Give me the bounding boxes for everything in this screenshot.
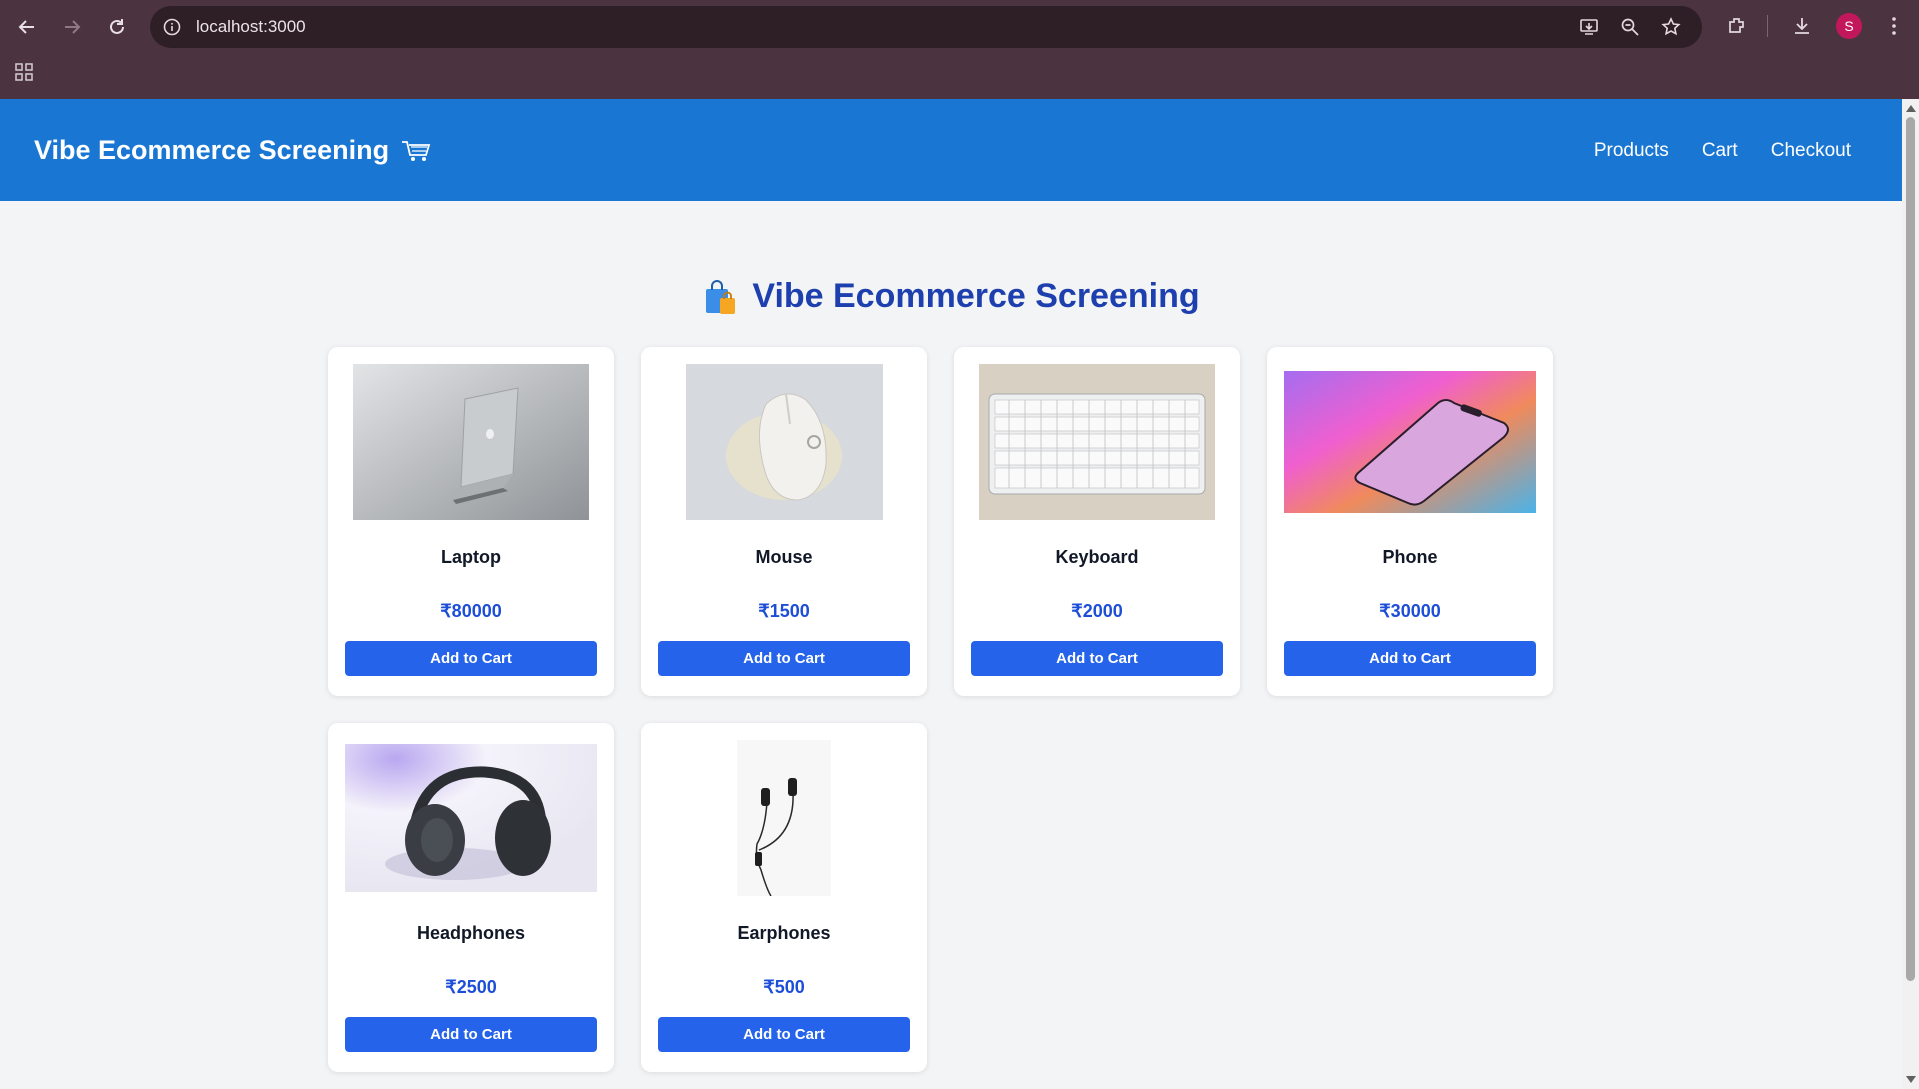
product-price: ₹1500 bbox=[758, 601, 810, 621]
product-price: ₹80000 bbox=[440, 601, 502, 621]
page-viewport: Vibe Ecommerce Screening Products Cart C… bbox=[0, 99, 1902, 1089]
product-price: ₹30000 bbox=[1379, 601, 1441, 621]
reload-icon bbox=[110, 19, 124, 34]
profile-avatar[interactable]: S bbox=[1836, 13, 1862, 39]
reload-button[interactable] bbox=[103, 13, 131, 41]
page-scrollbar[interactable] bbox=[1902, 99, 1919, 1089]
product-name: Keyboard bbox=[1055, 547, 1139, 567]
product-card-laptop: Laptop ₹80000 Add to Cart bbox=[328, 347, 614, 696]
shopping-bags-icon bbox=[702, 278, 738, 316]
mouse-image bbox=[658, 364, 910, 520]
product-name: Phone bbox=[1382, 547, 1438, 567]
scroll-thumb[interactable] bbox=[1906, 117, 1915, 981]
url-text[interactable]: localhost:3000 bbox=[196, 17, 306, 37]
site-info-icon[interactable] bbox=[163, 18, 181, 36]
forward-arrow-icon bbox=[65, 20, 81, 34]
product-name: Laptop bbox=[441, 547, 501, 567]
zoom-icon[interactable] bbox=[1620, 17, 1640, 37]
add-to-cart-button[interactable]: Add to Cart bbox=[658, 1017, 910, 1052]
top-nav: Products Cart Checkout bbox=[1594, 140, 1851, 162]
scroll-down-arrow-icon[interactable] bbox=[1906, 1076, 1916, 1083]
install-app-icon[interactable] bbox=[1579, 17, 1599, 37]
scroll-up-arrow-icon[interactable] bbox=[1906, 105, 1916, 112]
product-price: ₹2500 bbox=[445, 977, 497, 997]
product-card-mouse: Mouse ₹1500 Add to Cart bbox=[641, 347, 927, 696]
page-title: Vibe Ecommerce Screening bbox=[752, 277, 1200, 315]
browser-toolbar: localhost:3000 S bbox=[0, 0, 1919, 99]
extensions-icon[interactable] bbox=[1726, 15, 1748, 37]
product-card-earphones: Earphones ₹500 Add to Cart bbox=[641, 723, 927, 1072]
laptop-image bbox=[345, 364, 597, 520]
shopping-cart-icon bbox=[401, 139, 431, 163]
phone-image bbox=[1284, 364, 1536, 520]
product-grid: Laptop ₹80000 Add to Cart Mouse ₹1500 Ad… bbox=[328, 347, 1553, 1072]
nav-cart[interactable]: Cart bbox=[1702, 140, 1738, 162]
bookmark-star-icon[interactable] bbox=[1661, 17, 1681, 37]
downloads-icon[interactable] bbox=[1791, 15, 1813, 37]
add-to-cart-button[interactable]: Add to Cart bbox=[345, 1017, 597, 1052]
toolbar-divider bbox=[1767, 15, 1768, 37]
product-card-phone: Phone ₹30000 Add to Cart bbox=[1267, 347, 1553, 696]
brand[interactable]: Vibe Ecommerce Screening bbox=[34, 135, 431, 166]
back-arrow-icon bbox=[18, 20, 34, 34]
browser-menu-icon[interactable] bbox=[1883, 15, 1905, 37]
product-card-keyboard: Keyboard ₹2000 Add to Cart bbox=[954, 347, 1240, 696]
product-name: Earphones bbox=[737, 923, 831, 943]
app-header: Vibe Ecommerce Screening Products Cart C… bbox=[0, 99, 1902, 201]
keyboard-image bbox=[971, 364, 1223, 520]
brand-title: Vibe Ecommerce Screening bbox=[34, 135, 390, 165]
product-name: Mouse bbox=[755, 547, 813, 567]
address-bar[interactable]: localhost:3000 bbox=[150, 6, 1702, 48]
add-to-cart-button[interactable]: Add to Cart bbox=[345, 641, 597, 676]
forward-button[interactable] bbox=[58, 13, 86, 41]
product-price: ₹500 bbox=[763, 977, 805, 997]
earphones-image bbox=[658, 740, 910, 896]
add-to-cart-button[interactable]: Add to Cart bbox=[1284, 641, 1536, 676]
nav-products[interactable]: Products bbox=[1594, 140, 1669, 162]
add-to-cart-button[interactable]: Add to Cart bbox=[658, 641, 910, 676]
headphones-image bbox=[345, 740, 597, 896]
product-card-headphones: Headphones ₹2500 Add to Cart bbox=[328, 723, 614, 1072]
product-price: ₹2000 bbox=[1071, 601, 1123, 621]
page-heading: Vibe Ecommerce Screening bbox=[0, 277, 1902, 316]
product-name: Headphones bbox=[416, 923, 526, 943]
back-button[interactable] bbox=[13, 13, 41, 41]
nav-checkout[interactable]: Checkout bbox=[1771, 140, 1851, 162]
apps-grid-icon[interactable] bbox=[14, 62, 34, 82]
add-to-cart-button[interactable]: Add to Cart bbox=[971, 641, 1223, 676]
